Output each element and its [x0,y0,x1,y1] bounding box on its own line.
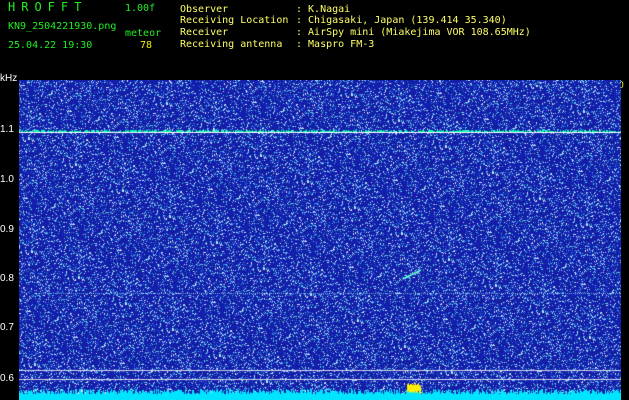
spectrogram-canvas [19,80,621,400]
file-name: KN9_2504221930.png [8,21,117,32]
y-tick-label: 0.9 [0,224,14,235]
header-panel: HROFFT 1.00f KN9_2504221930.png 25.04.22… [0,0,629,73]
meteor-count: 78 [140,40,153,51]
antenna-value: : Maspro FM-3 [296,39,375,50]
app-version: 1.00f [125,3,156,14]
meteor-label: meteor [125,28,162,39]
y-tick-label: 0.7 [0,322,14,333]
app-title: HROFFT [8,0,88,14]
spectrogram-plot [19,80,621,400]
y-tick-label: 0.6 [0,373,14,384]
receiver-value: : AirSpy mini (Miakejima VOR 108.65MHz) [296,27,531,38]
y-tick-label: 1.1 [0,124,14,135]
receiver-label: Receiver [180,27,229,38]
location-label: Receiving Location [180,15,289,26]
antenna-label: Receiving antenna [180,39,283,50]
date-time: 25.04.22 19:30 [8,40,93,51]
y-tick-label: 1.0 [0,174,14,185]
y-axis-unit: kHz [0,73,18,84]
y-tick-label: 0.8 [0,273,14,284]
location-value: : Chigasaki, Japan (139.414 35.340) [296,15,507,26]
